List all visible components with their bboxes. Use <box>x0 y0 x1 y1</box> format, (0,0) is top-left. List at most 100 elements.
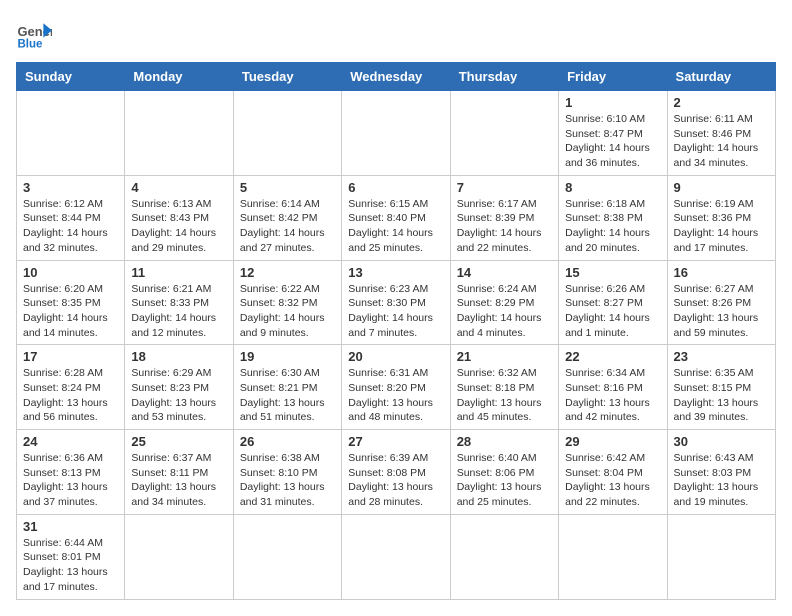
week-row-4: 17Sunrise: 6:28 AM Sunset: 8:24 PM Dayli… <box>17 345 776 430</box>
day-info: Sunrise: 6:19 AM Sunset: 8:36 PM Dayligh… <box>674 197 769 256</box>
header: General Blue <box>16 16 776 52</box>
day-cell: 1 Sunrise: 6:10 AM Sunset: 8:47 PM Daylig… <box>559 91 667 176</box>
week-row-2: 3 Sunrise: 6:12 AM Sunset: 8:44 PM Daylig… <box>17 175 776 260</box>
day-number: 2 <box>674 95 769 110</box>
day-number: 9 <box>674 180 769 195</box>
weekday-sunday: Sunday <box>17 63 125 91</box>
weekday-friday: Friday <box>559 63 667 91</box>
day-info: Sunrise: 6:21 AM Sunset: 8:33 PM Dayligh… <box>131 282 226 341</box>
day-number: 4 <box>131 180 226 195</box>
day-cell <box>17 91 125 176</box>
day-cell: 11 Sunrise: 6:21 AM Sunset: 8:33 PM Dayli… <box>125 260 233 345</box>
day-number: 16 <box>674 265 769 280</box>
day-cell: 3 Sunrise: 6:12 AM Sunset: 8:44 PM Daylig… <box>17 175 125 260</box>
day-info: Sunrise: 6:36 AM Sunset: 8:13 PM Dayligh… <box>23 451 118 510</box>
day-number: 23 <box>674 349 769 364</box>
day-cell <box>233 91 341 176</box>
day-number: 14 <box>457 265 552 280</box>
day-info: Sunrise: 6:27 AM Sunset: 8:26 PM Dayligh… <box>674 282 769 341</box>
day-cell: 29 Sunrise: 6:42 AM Sunset: 8:04 PM Dayli… <box>559 430 667 515</box>
day-number: 26 <box>240 434 335 449</box>
day-info: Sunrise: 6:23 AM Sunset: 8:30 PM Dayligh… <box>348 282 443 341</box>
day-info: Sunrise: 6:40 AM Sunset: 8:06 PM Dayligh… <box>457 451 552 510</box>
day-number: 8 <box>565 180 660 195</box>
day-cell <box>125 91 233 176</box>
day-number: 27 <box>348 434 443 449</box>
day-cell: 5 Sunrise: 6:14 AM Sunset: 8:42 PM Daylig… <box>233 175 341 260</box>
day-info: Sunrise: 6:42 AM Sunset: 8:04 PM Dayligh… <box>565 451 660 510</box>
day-info: Sunrise: 6:14 AM Sunset: 8:42 PM Dayligh… <box>240 197 335 256</box>
day-number: 1 <box>565 95 660 110</box>
day-info: Sunrise: 6:10 AM Sunset: 8:47 PM Dayligh… <box>565 112 660 171</box>
weekday-wednesday: Wednesday <box>342 63 450 91</box>
day-info: Sunrise: 6:39 AM Sunset: 8:08 PM Dayligh… <box>348 451 443 510</box>
day-number: 5 <box>240 180 335 195</box>
day-number: 21 <box>457 349 552 364</box>
day-cell: 6 Sunrise: 6:15 AM Sunset: 8:40 PM Daylig… <box>342 175 450 260</box>
day-number: 30 <box>674 434 769 449</box>
day-cell: 13Sunrise: 6:23 AM Sunset: 8:30 PM Dayli… <box>342 260 450 345</box>
day-info: Sunrise: 6:18 AM Sunset: 8:38 PM Dayligh… <box>565 197 660 256</box>
day-cell <box>233 514 341 599</box>
day-number: 6 <box>348 180 443 195</box>
week-row-6: 31Sunrise: 6:44 AM Sunset: 8:01 PM Dayli… <box>17 514 776 599</box>
day-info: Sunrise: 6:30 AM Sunset: 8:21 PM Dayligh… <box>240 366 335 425</box>
day-cell: 10 Sunrise: 6:20 AM Sunset: 8:35 PM Dayli… <box>17 260 125 345</box>
day-number: 7 <box>457 180 552 195</box>
week-row-1: 1 Sunrise: 6:10 AM Sunset: 8:47 PM Daylig… <box>17 91 776 176</box>
day-number: 24 <box>23 434 118 449</box>
day-cell: 27 Sunrise: 6:39 AM Sunset: 8:08 PM Dayli… <box>342 430 450 515</box>
day-cell: 25 Sunrise: 6:37 AM Sunset: 8:11 PM Dayli… <box>125 430 233 515</box>
day-cell <box>667 514 775 599</box>
day-info: Sunrise: 6:37 AM Sunset: 8:11 PM Dayligh… <box>131 451 226 510</box>
day-cell: 30 Sunrise: 6:43 AM Sunset: 8:03 PM Dayli… <box>667 430 775 515</box>
day-cell: 20Sunrise: 6:31 AM Sunset: 8:20 PM Dayli… <box>342 345 450 430</box>
weekday-tuesday: Tuesday <box>233 63 341 91</box>
day-number: 22 <box>565 349 660 364</box>
day-number: 3 <box>23 180 118 195</box>
day-number: 28 <box>457 434 552 449</box>
day-number: 25 <box>131 434 226 449</box>
day-cell <box>125 514 233 599</box>
day-number: 11 <box>131 265 226 280</box>
day-cell: 22 Sunrise: 6:34 AM Sunset: 8:16 PM Dayli… <box>559 345 667 430</box>
day-number: 18 <box>131 349 226 364</box>
day-info: Sunrise: 6:22 AM Sunset: 8:32 PM Dayligh… <box>240 282 335 341</box>
day-info: Sunrise: 6:34 AM Sunset: 8:16 PM Dayligh… <box>565 366 660 425</box>
week-row-5: 24 Sunrise: 6:36 AM Sunset: 8:13 PM Dayli… <box>17 430 776 515</box>
day-cell: 12Sunrise: 6:22 AM Sunset: 8:32 PM Dayli… <box>233 260 341 345</box>
day-number: 29 <box>565 434 660 449</box>
day-cell: 16 Sunrise: 6:27 AM Sunset: 8:26 PM Dayli… <box>667 260 775 345</box>
day-info: Sunrise: 6:11 AM Sunset: 8:46 PM Dayligh… <box>674 112 769 171</box>
day-cell: 31Sunrise: 6:44 AM Sunset: 8:01 PM Dayli… <box>17 514 125 599</box>
calendar: SundayMondayTuesdayWednesdayThursdayFrid… <box>16 62 776 600</box>
day-info: Sunrise: 6:43 AM Sunset: 8:03 PM Dayligh… <box>674 451 769 510</box>
day-info: Sunrise: 6:31 AM Sunset: 8:20 PM Dayligh… <box>348 366 443 425</box>
day-cell: 18Sunrise: 6:29 AM Sunset: 8:23 PM Dayli… <box>125 345 233 430</box>
day-cell: 26Sunrise: 6:38 AM Sunset: 8:10 PM Dayli… <box>233 430 341 515</box>
day-info: Sunrise: 6:44 AM Sunset: 8:01 PM Dayligh… <box>23 536 118 595</box>
day-cell: 28 Sunrise: 6:40 AM Sunset: 8:06 PM Dayli… <box>450 430 558 515</box>
weekday-thursday: Thursday <box>450 63 558 91</box>
day-info: Sunrise: 6:24 AM Sunset: 8:29 PM Dayligh… <box>457 282 552 341</box>
day-cell <box>342 514 450 599</box>
svg-text:Blue: Blue <box>17 39 43 51</box>
day-number: 17 <box>23 349 118 364</box>
day-cell: 2 Sunrise: 6:11 AM Sunset: 8:46 PM Daylig… <box>667 91 775 176</box>
logo-icon: General Blue <box>16 16 52 52</box>
day-cell: 8 Sunrise: 6:18 AM Sunset: 8:38 PM Daylig… <box>559 175 667 260</box>
day-cell <box>342 91 450 176</box>
day-info: Sunrise: 6:12 AM Sunset: 8:44 PM Dayligh… <box>23 197 118 256</box>
day-number: 10 <box>23 265 118 280</box>
calendar-body: 1 Sunrise: 6:10 AM Sunset: 8:47 PM Daylig… <box>17 91 776 600</box>
day-number: 15 <box>565 265 660 280</box>
calendar-header: SundayMondayTuesdayWednesdayThursdayFrid… <box>17 63 776 91</box>
day-info: Sunrise: 6:20 AM Sunset: 8:35 PM Dayligh… <box>23 282 118 341</box>
day-info: Sunrise: 6:32 AM Sunset: 8:18 PM Dayligh… <box>457 366 552 425</box>
day-cell: 9 Sunrise: 6:19 AM Sunset: 8:36 PM Daylig… <box>667 175 775 260</box>
day-info: Sunrise: 6:15 AM Sunset: 8:40 PM Dayligh… <box>348 197 443 256</box>
day-cell <box>450 514 558 599</box>
week-row-3: 10 Sunrise: 6:20 AM Sunset: 8:35 PM Dayli… <box>17 260 776 345</box>
day-cell <box>450 91 558 176</box>
weekday-saturday: Saturday <box>667 63 775 91</box>
